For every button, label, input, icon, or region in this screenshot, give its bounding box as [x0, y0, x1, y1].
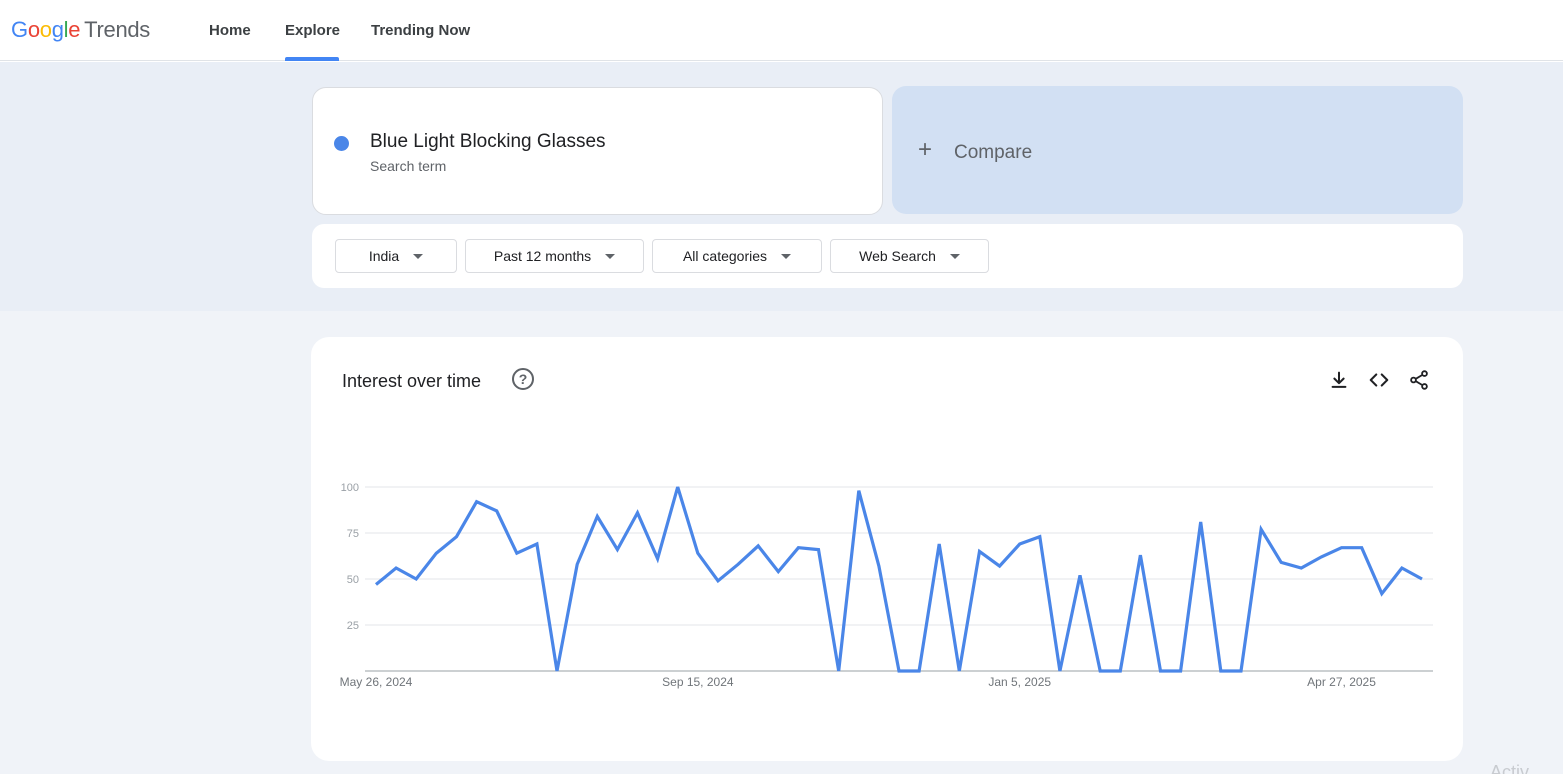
data-point [1098, 669, 1102, 673]
caret-down-icon [781, 253, 792, 259]
google-trends-logo[interactable]: Google Trends [11, 17, 150, 43]
filter-category-dropdown[interactable]: All categories [652, 239, 822, 273]
data-point [998, 564, 1002, 568]
data-point [1038, 535, 1042, 539]
filter-bar: India Past 12 months All categories Web … [312, 224, 1463, 288]
data-point [857, 489, 861, 493]
caret-down-icon [413, 253, 424, 259]
data-point [1319, 555, 1323, 559]
data-point [1058, 669, 1062, 673]
nav-home[interactable]: Home [209, 22, 251, 39]
data-point [414, 577, 418, 581]
data-point [636, 511, 640, 515]
data-point [1219, 669, 1223, 673]
data-point [1118, 669, 1122, 673]
data-point [978, 549, 982, 553]
data-point [1420, 577, 1424, 581]
filter-label: Web Search [859, 248, 936, 264]
logo-trends-word: Trends [84, 17, 151, 42]
series-color-dot [334, 136, 349, 151]
caret-down-icon [605, 253, 616, 259]
data-point [1138, 553, 1142, 557]
data-point [1159, 669, 1163, 673]
data-point [1199, 520, 1203, 524]
data-point [1400, 566, 1404, 570]
plus-icon: + [918, 136, 933, 163]
data-point [394, 566, 398, 570]
data-point [434, 551, 438, 555]
data-point [374, 583, 378, 587]
data-point [776, 570, 780, 574]
search-term-subtitle: Search term [370, 158, 447, 174]
compare-label: Compare [954, 142, 1033, 163]
filter-time-dropdown[interactable]: Past 12 months [465, 239, 644, 273]
nav-explore[interactable]: Explore [285, 22, 340, 39]
data-point [455, 535, 459, 539]
top-header: Google Trends Home Explore Trending Now [0, 0, 1563, 61]
nav-trending-now[interactable]: Trending Now [371, 22, 470, 39]
y-tick-label: 50 [347, 574, 359, 586]
x-tick-label: Jan 5, 2025 [988, 675, 1051, 689]
data-point [535, 542, 539, 546]
data-point [1299, 566, 1303, 570]
data-point [1179, 669, 1183, 673]
logo-letter: o [27, 17, 40, 42]
interest-over-time-card: Interest over time ? 25 50 75 100 May 26, 20… [311, 337, 1463, 761]
compare-button[interactable]: + Compare [892, 86, 1463, 214]
y-tick-label: 100 [341, 482, 359, 494]
data-point [595, 514, 599, 518]
data-point [937, 542, 941, 546]
search-term-title: Blue Light Blocking Glasses [370, 131, 606, 152]
data-point [716, 579, 720, 583]
data-point [957, 669, 961, 673]
data-point [475, 500, 479, 504]
data-point [495, 509, 499, 513]
data-point [555, 669, 559, 673]
data-point [1259, 527, 1263, 531]
data-point [656, 557, 660, 561]
filter-region-dropdown[interactable]: India [335, 239, 457, 273]
y-tick-label: 25 [347, 620, 359, 632]
filter-label: All categories [682, 248, 768, 264]
data-point [1380, 592, 1384, 596]
filter-search-type-dropdown[interactable]: Web Search [830, 239, 989, 273]
data-point [917, 669, 921, 673]
logo-letter: o [39, 17, 52, 42]
data-point [615, 548, 619, 552]
logo-letter: e [68, 17, 81, 42]
data-point [877, 564, 881, 568]
corner-watermark-text: Activ [1490, 762, 1530, 774]
data-point [575, 562, 579, 566]
data-point [736, 562, 740, 566]
data-point [1279, 560, 1283, 564]
x-tick-label: Apr 27, 2025 [1307, 675, 1376, 689]
data-point [515, 551, 519, 555]
x-tick-label: May 26, 2024 [340, 675, 413, 689]
filter-label: India [368, 248, 400, 264]
data-point [1360, 546, 1364, 550]
logo-letter: G [11, 17, 28, 42]
data-point [837, 669, 841, 673]
data-point [1239, 669, 1243, 673]
data-point [1078, 573, 1082, 577]
y-tick-label: 75 [347, 528, 359, 540]
search-term-card[interactable]: Blue Light Blocking Glasses Search term [312, 87, 883, 215]
data-point [676, 485, 680, 489]
x-tick-label: Sep 15, 2024 [662, 675, 734, 689]
interest-line-chart: 25 50 75 100 May 26, 2024 Sep 15, 2024 Jan 5, … [340, 482, 1433, 689]
data-point [696, 551, 700, 555]
active-tab-indicator [285, 57, 339, 61]
data-point [796, 546, 800, 550]
data-point [1018, 542, 1022, 546]
data-point [756, 544, 760, 548]
logo-letter: g [51, 17, 64, 42]
filter-label: Past 12 months [493, 248, 592, 264]
data-point [897, 669, 901, 673]
data-point [1340, 546, 1344, 550]
caret-down-icon [949, 253, 960, 259]
data-point [817, 548, 821, 552]
